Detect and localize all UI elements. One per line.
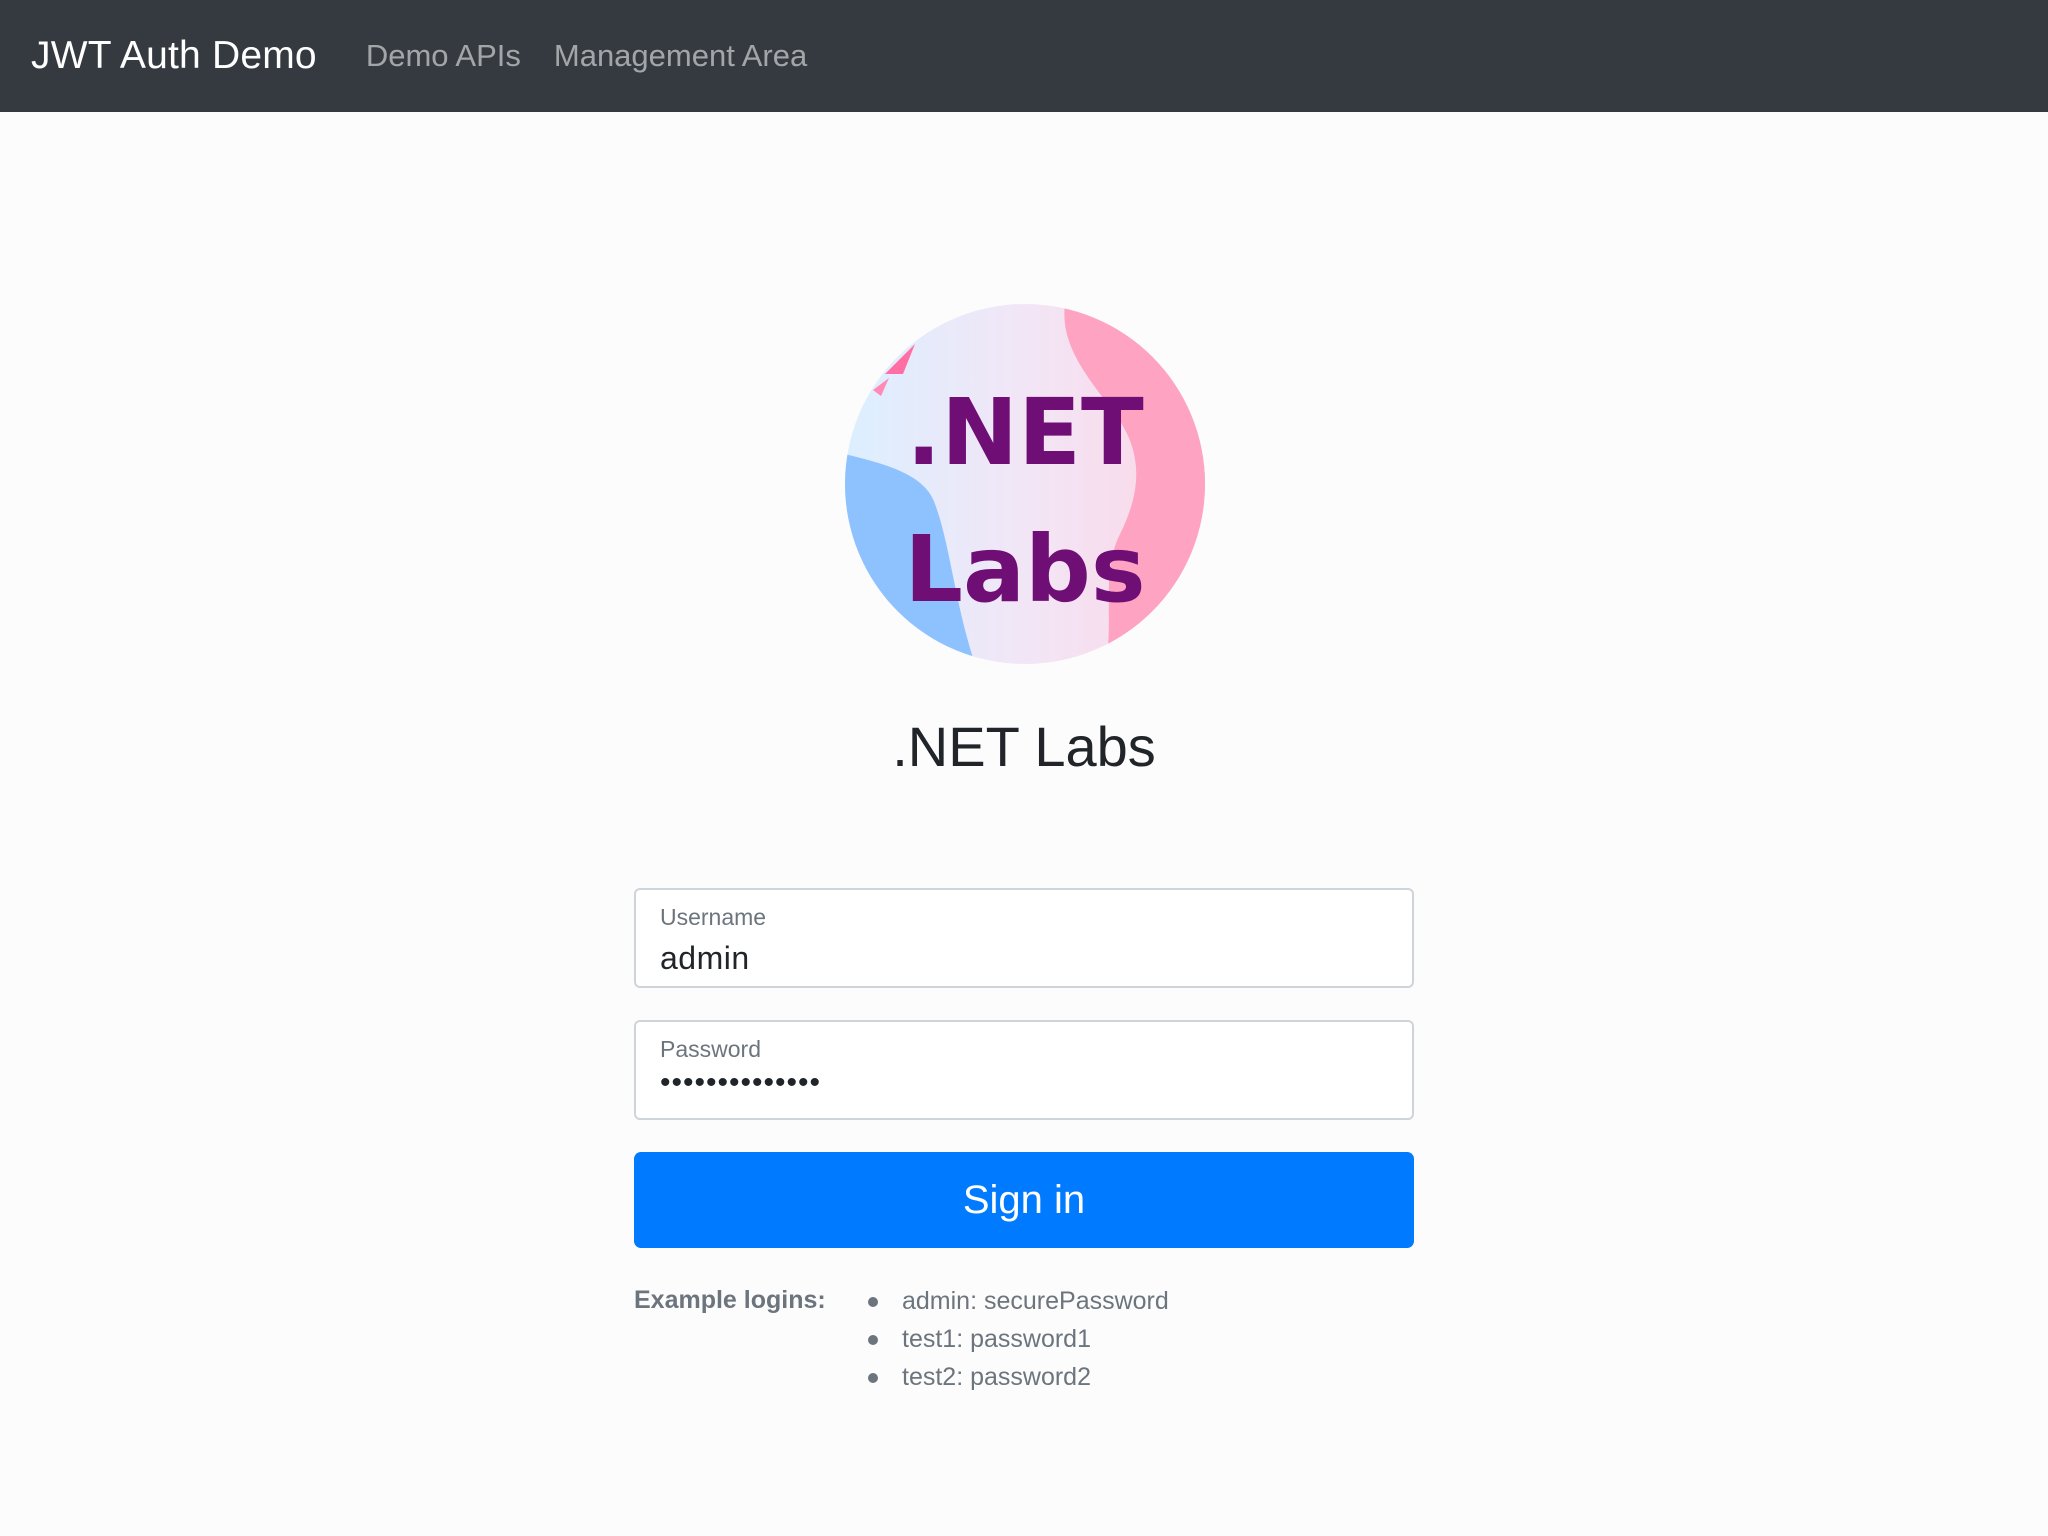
list-item: admin: securePassword [868,1284,1169,1322]
username-field[interactable]: Username admin [634,888,1414,988]
sign-in-button[interactable]: Sign in [634,1152,1414,1248]
list-item: test1: password1 [868,1322,1169,1360]
example-logins-label: Example logins: [634,1286,826,1314]
logo-text-net: .NET [906,379,1144,486]
list-item: test2: password2 [868,1360,1169,1398]
password-label: Password [660,1036,761,1062]
password-input[interactable]: •••••••••••••• [660,1066,821,1100]
logo-text-labs: Labs [904,516,1145,623]
username-label: Username [660,904,767,930]
dotnet-labs-logo: .NET Labs [845,304,1205,664]
nav-link-demo-apis[interactable]: Demo APIs [366,38,521,74]
top-navbar: JWT Auth Demo Demo APIs Management Area [0,0,2048,112]
nav-link-management-area[interactable]: Management Area [554,38,807,74]
navbar-brand[interactable]: JWT Auth Demo [31,34,317,78]
page-title: .NET Labs [892,715,1156,778]
example-logins-list: admin: securePassword test1: password1 t… [868,1284,1169,1398]
username-input[interactable]: admin [660,940,750,977]
password-field[interactable]: Password •••••••••••••• [634,1020,1414,1120]
